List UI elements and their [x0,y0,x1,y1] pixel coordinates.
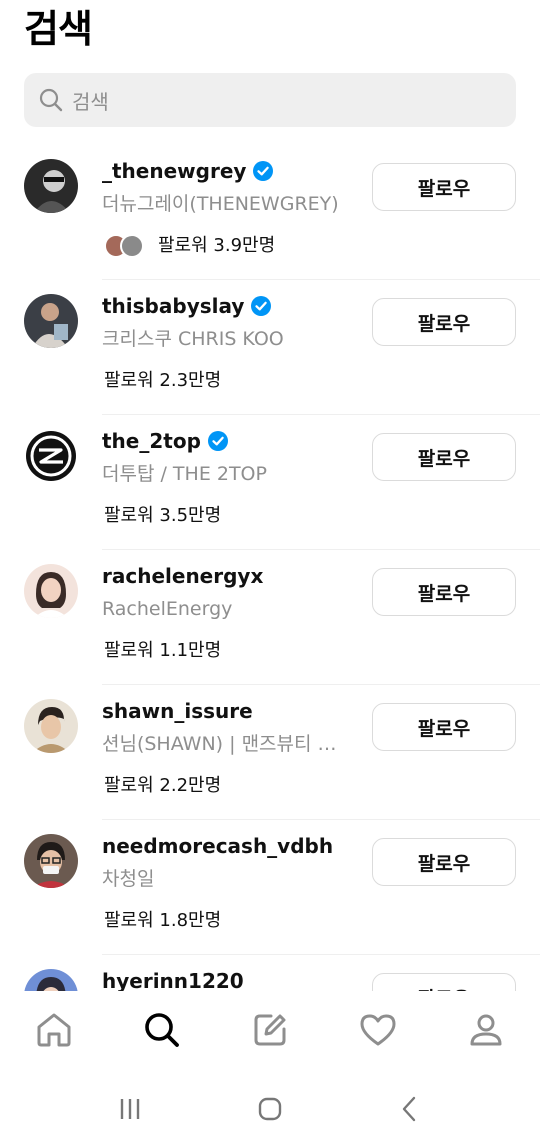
follower-info: 팔로워 2.2만명 [104,773,221,799]
follower-info: 팔로워 1.8만명 [104,908,221,934]
follower-count: 팔로워 3.9만명 [158,235,276,256]
full-name: 더뉴그레이(THENEWGREY) [102,193,339,215]
full-name: RachelEnergy [102,598,233,620]
follow-button[interactable]: 팔로우 [372,973,516,991]
search-results-list[interactable]: _thenewgrey 더뉴그레이(THENEWGREY) 팔로워 3.9만명 … [0,145,540,991]
follower-count: 팔로워 1.1만명 [104,640,222,661]
list-item[interactable]: hyerinn1220 팔로우 [0,955,540,991]
username[interactable]: _thenewgrey [102,159,246,183]
avatar[interactable] [24,969,78,991]
nav-home[interactable] [24,1000,84,1060]
full-name: 차청일 [102,868,155,890]
list-item[interactable]: rachelenergyx RachelEnergy 팔로워 1.1만명 팔로우 [0,550,540,685]
follower-count: 팔로워 2.2만명 [104,775,222,796]
follow-button[interactable]: 팔로우 [372,298,516,346]
username[interactable]: hyerinn1220 [102,969,244,991]
nav-compose[interactable] [240,1000,300,1060]
username[interactable]: needmorecash_vdbh [102,834,333,858]
follower-info: 팔로워 3.5만명 [104,503,221,529]
follower-info: 팔로워 1.1만명 [104,638,221,664]
recent-apps-icon [120,1099,140,1119]
system-home-button[interactable] [240,1084,300,1134]
compose-icon [254,1014,286,1046]
avatar[interactable] [24,834,78,888]
home-button-icon [258,1097,282,1121]
profile-icon [470,1014,502,1046]
list-item[interactable]: _thenewgrey 더뉴그레이(THENEWGREY) 팔로워 3.9만명 … [0,145,540,280]
follower-count: 팔로워 2.3만명 [104,370,222,391]
follow-button[interactable]: 팔로우 [372,703,516,751]
nav-profile[interactable] [456,1000,516,1060]
avatar[interactable] [24,699,78,753]
system-nav-bar [0,1073,540,1145]
verified-badge-icon [250,295,272,317]
nav-search[interactable] [132,1000,192,1060]
follower-info: 팔로워 3.9만명 [104,233,275,259]
avatar[interactable] [24,159,78,213]
back-button[interactable] [380,1084,440,1134]
list-item[interactable]: the_2top 더투탑 / THE 2TOP 팔로워 3.5만명 팔로우 [0,415,540,550]
follower-count: 팔로워 3.5만명 [104,505,222,526]
search-input[interactable]: 검색 [24,73,516,127]
username[interactable]: rachelenergyx [102,564,263,588]
search-placeholder: 검색 [72,89,109,114]
follower-info: 팔로워 2.3만명 [104,368,221,394]
verified-badge-icon [252,160,274,182]
heart-icon [360,1014,396,1046]
follow-button[interactable]: 팔로우 [372,163,516,211]
mutual-followers-avatars [104,234,144,258]
username[interactable]: thisbabyslay [102,294,244,318]
home-icon [37,1013,71,1047]
back-icon [402,1096,416,1122]
avatar[interactable] [24,294,78,348]
list-item[interactable]: thisbabyslay 크리스쿠 CHRIS KOO 팔로워 2.3만명 팔로… [0,280,540,415]
avatar[interactable] [24,429,78,483]
list-item[interactable]: shawn_issure 션님(SHAWN) | 맨즈뷰티 크리에이터 팔로워 … [0,685,540,820]
list-item[interactable]: needmorecash_vdbh 차청일 팔로워 1.8만명 팔로우 [0,820,540,955]
page-title: 검색 [24,7,93,51]
follow-button[interactable]: 팔로우 [372,433,516,481]
follower-count: 팔로워 1.8만명 [104,910,222,931]
search-icon [145,1013,179,1047]
verified-badge-icon [207,430,229,452]
full-name: 크리스쿠 CHRIS KOO [102,328,284,350]
username[interactable]: shawn_issure [102,699,253,723]
bottom-nav [0,991,540,1073]
full-name: 션님(SHAWN) | 맨즈뷰티 크리에이터 [102,733,352,755]
follow-button[interactable]: 팔로우 [372,568,516,616]
nav-activity[interactable] [348,1000,408,1060]
search-icon [39,88,63,112]
full-name: 더투탑 / THE 2TOP [102,463,267,485]
follow-button[interactable]: 팔로우 [372,838,516,886]
recent-apps-button[interactable] [100,1084,160,1134]
avatar[interactable] [24,564,78,618]
username[interactable]: the_2top [102,429,201,453]
